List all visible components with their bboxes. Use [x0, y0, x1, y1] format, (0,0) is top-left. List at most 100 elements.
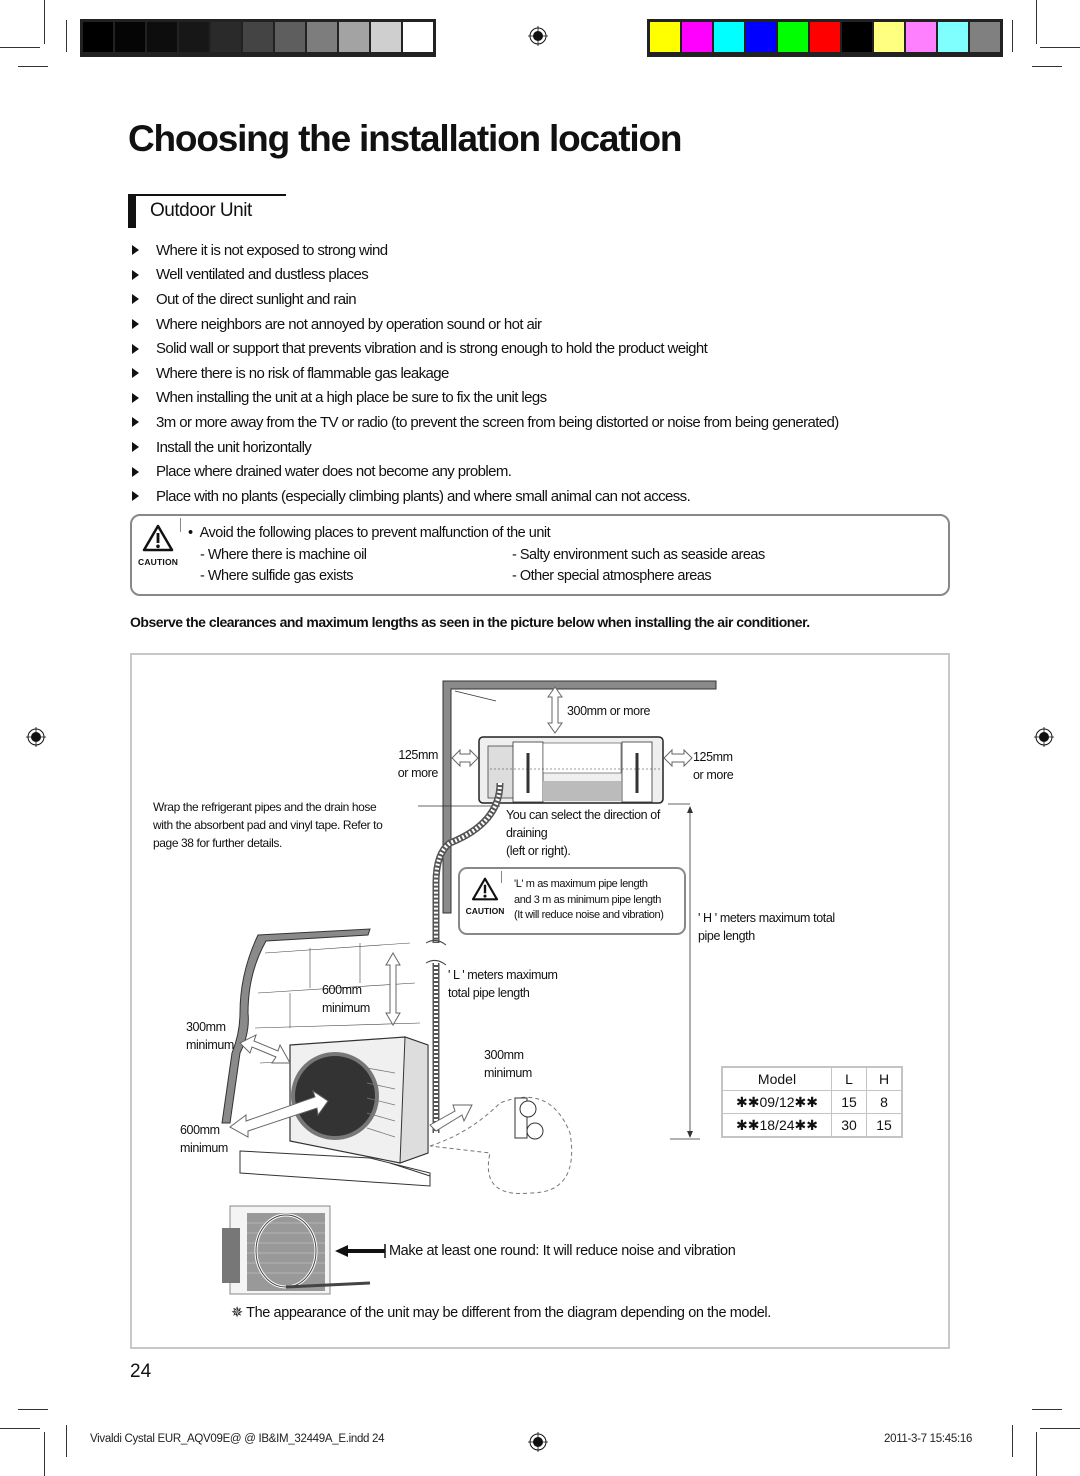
- bullet-arrow-icon: [132, 269, 139, 280]
- location-requirements-list: Where it is not exposed to strong wind We…: [132, 238, 839, 509]
- color-swatch: [874, 22, 904, 52]
- table-cell: 30: [831, 1113, 867, 1138]
- caution-item: - Where there is machine oil: [200, 547, 367, 563]
- right-clearance-label: 125mm or more: [693, 750, 734, 782]
- bullet-arrow-icon: [132, 368, 139, 379]
- caution-label: CAUTION: [138, 557, 179, 567]
- list-item: Where neighbors are not annoyed by opera…: [132, 312, 839, 337]
- table-cell: 8: [866, 1090, 903, 1114]
- color-swatch: [403, 22, 433, 52]
- list-item-text: Well ventilated and dustless places: [156, 266, 369, 284]
- list-item-text: Place where drained water does not becom…: [156, 463, 512, 481]
- page-number: 24: [130, 1361, 152, 1382]
- color-swatch: [211, 22, 241, 52]
- registration-mark-top-icon: [528, 26, 548, 46]
- caution-item: - Other special atmosphere areas: [512, 568, 712, 584]
- list-item: Solid wall or support that prevents vibr…: [132, 336, 839, 361]
- bullet-arrow-icon: [132, 343, 139, 354]
- drain-direction-note: You can select the direction of draining(…: [506, 808, 660, 858]
- bullet-arrow-icon: [132, 392, 139, 403]
- list-item: Well ventilated and dustless places: [132, 263, 839, 288]
- grayscale-calibration-bar: [80, 19, 436, 57]
- caution-item: - Salty environment such as seaside area…: [512, 547, 765, 563]
- table-row: ✱✱18/24✱✱ 30 15: [721, 1113, 903, 1138]
- loop-note: Make at least one round: It will reduce …: [389, 1243, 736, 1259]
- caution-label: CAUTION: [465, 906, 505, 916]
- table-header-row: Model L H: [721, 1066, 903, 1091]
- color-swatch: [746, 22, 776, 52]
- section-heading: Outdoor Unit: [128, 194, 286, 230]
- color-swatch: [938, 22, 968, 52]
- color-calibration-bar: [647, 19, 1003, 57]
- bullet-arrow-icon: [132, 319, 139, 330]
- color-swatch: [115, 22, 145, 52]
- bullet-arrow-icon: [132, 245, 139, 256]
- outdoor-front-clearance-label: 600mm minimum: [180, 1123, 228, 1155]
- table-row: ✱✱09/12✱✱ 15 8: [721, 1090, 903, 1114]
- color-swatch: [179, 22, 209, 52]
- bullet-arrow-icon: [132, 294, 139, 305]
- section-title: Outdoor Unit: [150, 200, 252, 221]
- list-item-text: Solid wall or support that prevents vibr…: [156, 340, 708, 358]
- outdoor-left-clearance-label: 300mm minimum: [186, 1020, 234, 1052]
- caution-box: CAUTION • Avoid the following places to …: [130, 514, 950, 596]
- list-item: Where it is not exposed to strong wind: [132, 238, 839, 263]
- wrap-pipes-note: Wrap the refrigerant pipes and the drain…: [153, 800, 383, 850]
- color-swatch: [650, 22, 680, 52]
- registration-mark-left-icon: [26, 727, 46, 747]
- color-swatch: [307, 22, 337, 52]
- color-swatch: [682, 22, 712, 52]
- pipe-length-caution-box: CAUTION 'L' m as maximum pipe length and …: [458, 867, 686, 935]
- color-swatch: [810, 22, 840, 52]
- list-item-text: Place with no plants (especially climbin…: [156, 487, 691, 505]
- left-clearance-label: 125mm or more: [397, 748, 439, 780]
- table-header: H: [866, 1066, 903, 1091]
- footer-filename: Vivaldi Cystal EUR_AQV09E@ @ IB&IM_32449…: [90, 1433, 385, 1445]
- list-item-text: Where neighbors are not annoyed by opera…: [156, 315, 542, 333]
- list-item-text: Where it is not exposed to strong wind: [156, 241, 388, 259]
- pipe-caution-text: 'L' m as maximum pipe length and 3 m as m…: [514, 878, 664, 921]
- color-swatch: [339, 22, 369, 52]
- list-item: 3m or more away from the TV or radio (to…: [132, 410, 839, 435]
- color-swatch: [147, 22, 177, 52]
- table-header: L: [831, 1066, 867, 1091]
- pipe-length-table: Model L H ✱✱09/12✱✱ 15 8 ✱✱18/24✱✱ 30 15: [721, 1066, 903, 1138]
- registration-mark-right-icon: [1034, 727, 1054, 747]
- table-cell: 15: [866, 1113, 903, 1138]
- color-swatch: [371, 22, 401, 52]
- bullet-arrow-icon: [132, 491, 139, 502]
- caution-icon: CAUTION: [138, 524, 178, 567]
- color-swatch: [83, 22, 113, 52]
- indoor-unit-bracket: [478, 736, 664, 804]
- color-swatch: [243, 22, 273, 52]
- caution-heading: • Avoid the following places to prevent …: [188, 525, 551, 541]
- list-item-text: When installing the unit at a high place…: [156, 389, 547, 407]
- list-item: Where there is no risk of flammable gas …: [132, 361, 839, 386]
- footer-timestamp: 2011-3-7 15:45:16: [884, 1433, 973, 1445]
- registration-mark-bottom-icon: [528, 1432, 548, 1452]
- h-length-note: ' H ' meters maximum total pipe length: [698, 911, 835, 943]
- list-item: Out of the direct sunlight and rain: [132, 287, 839, 312]
- color-swatch: [275, 22, 305, 52]
- table-cell: 15: [831, 1090, 867, 1114]
- page-title: Choosing the installation location: [128, 118, 682, 159]
- caution-icon: CAUTION: [464, 877, 506, 916]
- table-cell: ✱✱09/12✱✱: [721, 1090, 832, 1114]
- bullet-arrow-icon: [132, 417, 139, 428]
- bullet-arrow-icon: [132, 466, 139, 477]
- list-item-text: Install the unit horizontally: [156, 438, 312, 456]
- outdoor-unit: [239, 1036, 431, 1187]
- l-length-note: ' L ' meters maximum total pipe length: [448, 968, 558, 1000]
- appearance-note: ✵ The appearance of the unit may be diff…: [231, 1305, 771, 1321]
- table-header: Model: [721, 1066, 832, 1091]
- bullet-arrow-icon: [132, 442, 139, 453]
- outdoor-right-clearance-label: 300mm minimum: [484, 1048, 532, 1080]
- color-swatch: [906, 22, 936, 52]
- list-item-text: Out of the direct sunlight and rain: [156, 290, 357, 308]
- color-swatch: [714, 22, 744, 52]
- list-item-text: Where there is no risk of flammable gas …: [156, 364, 449, 382]
- color-swatch: [842, 22, 872, 52]
- caution-item: - Where sulfide gas exists: [200, 568, 354, 584]
- list-item: Install the unit horizontally: [132, 435, 839, 460]
- outdoor-top-clearance-label: 600mm minimum: [322, 983, 370, 1015]
